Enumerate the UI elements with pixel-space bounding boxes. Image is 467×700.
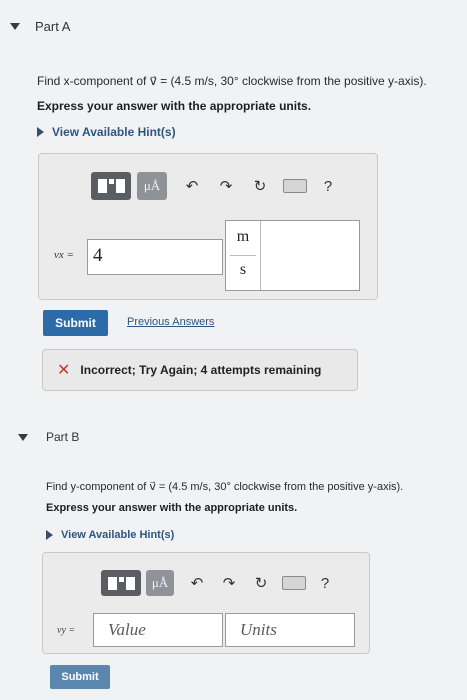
expand-triangle-icon (46, 530, 53, 540)
part-a-hints-toggle[interactable]: View Available Hint(s) (37, 125, 176, 139)
fraction-bar (230, 255, 256, 256)
part-a-toolbar: μÅ ↶ ↷ ↻ ? (91, 172, 339, 200)
redo-icon[interactable]: ↷ (215, 177, 237, 195)
redo-icon[interactable]: ↷ (218, 574, 240, 592)
units-button[interactable]: μÅ (137, 172, 167, 200)
part-a-hints-label: View Available Hint(s) (52, 125, 176, 139)
part-a-submit-button[interactable]: Submit (43, 310, 108, 336)
part-b-collapse-caret[interactable] (18, 434, 28, 441)
templates-button[interactable] (101, 570, 141, 596)
help-icon[interactable]: ? (317, 178, 339, 195)
help-icon[interactable]: ? (314, 575, 336, 592)
part-b-submit-label: Submit (61, 671, 99, 683)
part-b-units-input[interactable]: Units (225, 613, 355, 647)
part-b-question: Find y-component of v⃗ = (4.5 m/s, 30° c… (46, 481, 404, 493)
keyboard-icon[interactable] (283, 179, 307, 193)
incorrect-feedback-text: Incorrect; Try Again; 4 attempts remaini… (80, 363, 322, 377)
reset-icon[interactable]: ↻ (250, 574, 272, 592)
part-a-value-input[interactable]: 4 (87, 239, 223, 275)
incorrect-x-icon: ✕ (57, 362, 71, 379)
units-divider (260, 221, 261, 290)
keyboard-icon[interactable] (282, 576, 306, 590)
part-b-value-placeholder: Value (108, 620, 146, 639)
part-a-units-input[interactable]: m s (225, 220, 360, 291)
units-button[interactable]: μÅ (146, 570, 174, 596)
part-b-value-input[interactable]: Value (93, 613, 223, 647)
part-b-title[interactable]: Part B (46, 430, 79, 444)
part-b-instruction: Express your answer with the appropriate… (46, 502, 298, 514)
part-a-submit-label: Submit (55, 316, 96, 330)
templates-button[interactable] (91, 172, 131, 200)
undo-icon[interactable]: ↶ (181, 177, 203, 195)
templates-icon (97, 179, 125, 193)
part-b-hints-toggle[interactable]: View Available Hint(s) (46, 529, 174, 541)
unit-numerator: m (236, 228, 250, 245)
expand-triangle-icon (37, 127, 44, 137)
units-icon: μÅ (151, 575, 169, 590)
previous-answers-link[interactable]: Previous Answers (127, 316, 214, 328)
templates-icon (107, 576, 135, 590)
part-a-question: Find x-component of v⃗ = (4.5 m/s, 30° c… (37, 74, 427, 88)
part-b-units-placeholder: Units (240, 620, 277, 639)
units-icon: μÅ (143, 178, 161, 193)
part-a-collapse-caret[interactable] (10, 23, 20, 30)
incorrect-feedback: ✕ Incorrect; Try Again; 4 attempts remai… (42, 349, 358, 391)
part-a-title[interactable]: Part A (35, 19, 70, 34)
part-a-instruction: Express your answer with the appropriate… (37, 99, 312, 113)
part-a-variable-label: vx = (54, 249, 74, 261)
unit-denominator: s (239, 261, 247, 278)
reset-icon[interactable]: ↻ (249, 177, 271, 195)
part-b-variable-label: vy = (57, 625, 76, 636)
part-b-submit-button[interactable]: Submit (50, 665, 110, 689)
undo-icon[interactable]: ↶ (186, 574, 208, 592)
part-a-value-text: 4 (93, 245, 103, 266)
part-b-answer-box: μÅ ↶ ↷ ↻ ? vy = Value Units (42, 552, 370, 654)
part-a-answer-box: μÅ ↶ ↷ ↻ ? vx = 4 m s (38, 153, 378, 300)
part-b-hints-label: View Available Hint(s) (61, 529, 175, 541)
part-b-toolbar: μÅ ↶ ↷ ↻ ? (101, 570, 336, 596)
